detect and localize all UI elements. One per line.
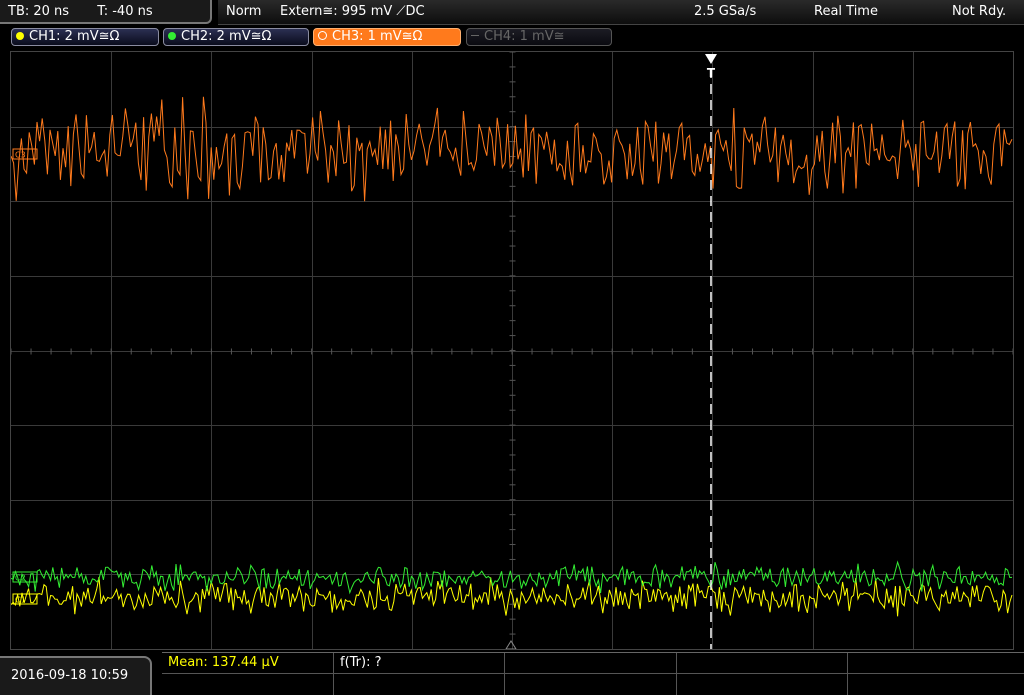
measurement-slot-10[interactable]	[848, 674, 1024, 695]
channel-2-label: CH2: 2 mV≅Ω	[181, 29, 272, 44]
channel-4-label: CH4: 1 mV≅	[484, 29, 565, 44]
trigger-time-value: T: -40 ns	[97, 4, 153, 19]
timebase-panel[interactable]: TB: 20 ns T: -40 ns	[0, 0, 212, 24]
ch2-reference-label: C2	[15, 574, 26, 583]
timebase-value: TB: 20 ns	[8, 4, 70, 19]
waveform-canvas: T C3 C2 C1	[11, 52, 1013, 649]
ch1-reference-label: C1	[15, 596, 26, 605]
horizontal-center-icon	[505, 640, 517, 649]
ch4-indicator-icon	[471, 35, 479, 36]
measurement-slot-6[interactable]	[162, 674, 334, 695]
trigger-marker: T	[707, 66, 716, 80]
channel-1-label: CH1: 2 mV≅Ω	[29, 29, 120, 44]
datetime-panel: 2016-09-18 10:59	[0, 656, 152, 695]
top-bar: TB: 20 ns T: -40 ns Norm Extern≅: 995 mV…	[0, 0, 1024, 26]
datetime-value: 2016-09-18 10:59	[11, 668, 129, 683]
ch3-reference-label: C3	[15, 151, 26, 160]
ch2-indicator-icon	[168, 31, 176, 40]
ch1-waveform	[11, 577, 1013, 617]
ch3-indicator-icon	[318, 31, 327, 40]
trigger-mode: Norm	[226, 4, 262, 19]
channel-1-button[interactable]: CH1: 2 mV≅Ω	[11, 28, 159, 46]
acquisition-status-bar[interactable]: Norm Extern≅: 995 mV ⟋DC 2.5 GSa/s Real …	[218, 0, 1024, 25]
trigger-position-icon	[705, 54, 717, 64]
measurement-slot-7[interactable]	[334, 674, 505, 695]
sample-rate: 2.5 GSa/s	[694, 4, 757, 19]
ready-state: Not Rdy.	[952, 4, 1007, 19]
ch1-indicator-icon	[16, 31, 24, 40]
channel-2-button[interactable]: CH2: 2 mV≅Ω	[163, 28, 309, 46]
measurement-mean[interactable]: Mean: 137.44 µV	[162, 653, 334, 674]
trigger-source: Extern≅: 995 mV ⟋DC	[280, 4, 425, 19]
channel-bar: CH1: 2 mV≅Ω CH2: 2 mV≅Ω CH3: 1 mV≅Ω CH4:…	[0, 26, 1024, 50]
waveform-display[interactable]: T C3 C2 C1	[10, 51, 1014, 650]
measurement-rise-frequency[interactable]: f(Tr): ?	[334, 653, 505, 674]
bottom-bar: 2016-09-18 10:59 Mean: 137.44 µV f(Tr): …	[0, 652, 1024, 695]
measurement-slot-4[interactable]	[677, 653, 848, 674]
acquisition-mode: Real Time	[814, 4, 878, 19]
channel-3-button[interactable]: CH3: 1 mV≅Ω	[313, 28, 461, 46]
ch3-waveform	[11, 96, 1013, 202]
measurement-slot-9[interactable]	[677, 674, 848, 695]
channel-4-button[interactable]: CH4: 1 mV≅	[466, 28, 612, 46]
measurement-panel[interactable]: Mean: 137.44 µV f(Tr): ?	[162, 652, 1024, 695]
channel-3-label: CH3: 1 mV≅Ω	[332, 29, 423, 44]
measurement-slot-8[interactable]	[505, 674, 677, 695]
measurement-slot-3[interactable]	[505, 653, 677, 674]
measurement-slot-5[interactable]	[848, 653, 1024, 674]
graticule-grid	[11, 52, 1013, 649]
